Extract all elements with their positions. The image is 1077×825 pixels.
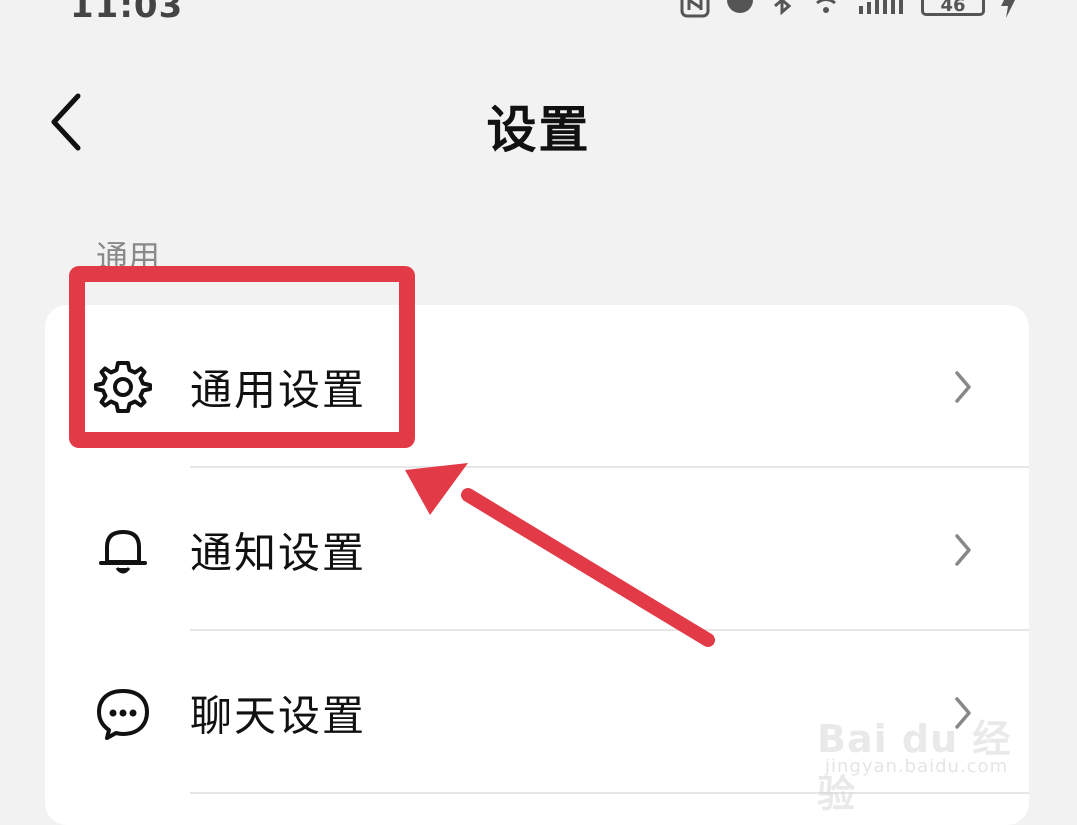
bluetooth-icon [774, 0, 792, 16]
battery-level: 46 [940, 0, 966, 16]
section-label: 通用 [96, 238, 161, 276]
page-title: 设置 [486, 101, 591, 159]
call-icon [727, 0, 753, 13]
chat-bubble-icon [97, 688, 149, 740]
menu-item-chat-settings[interactable]: 聊天设置 [45, 631, 1029, 794]
wifi-icon [816, 0, 836, 13]
menu-item-general-settings[interactable]: 通用设置 [45, 305, 1029, 468]
menu-item-label: 通知设置 [190, 528, 367, 577]
chevron-right-icon [955, 696, 971, 729]
chevron-right-icon [955, 533, 971, 566]
header: 设置 [0, 60, 1077, 190]
signal-icon [859, 0, 903, 14]
chevron-right-icon [955, 370, 971, 403]
nfc-icon [680, 0, 710, 18]
status-time: 11:03 [70, 0, 184, 26]
settings-card: 通用设置 通知设置 聊天设置 [45, 305, 1029, 825]
menu-item-label: 聊天设置 [190, 691, 367, 740]
menu-item-label: 通用设置 [190, 365, 367, 414]
battery-indicator: 46 [921, 0, 985, 16]
divider [190, 792, 1029, 794]
menu-item-notification-settings[interactable]: 通知设置 [45, 468, 1029, 631]
charging-icon [1001, 0, 1015, 18]
status-bar: 11:03 46 [0, 0, 1077, 30]
gear-icon [94, 360, 152, 413]
status-icons: 46 [679, 0, 1017, 20]
bell-icon [99, 529, 147, 573]
